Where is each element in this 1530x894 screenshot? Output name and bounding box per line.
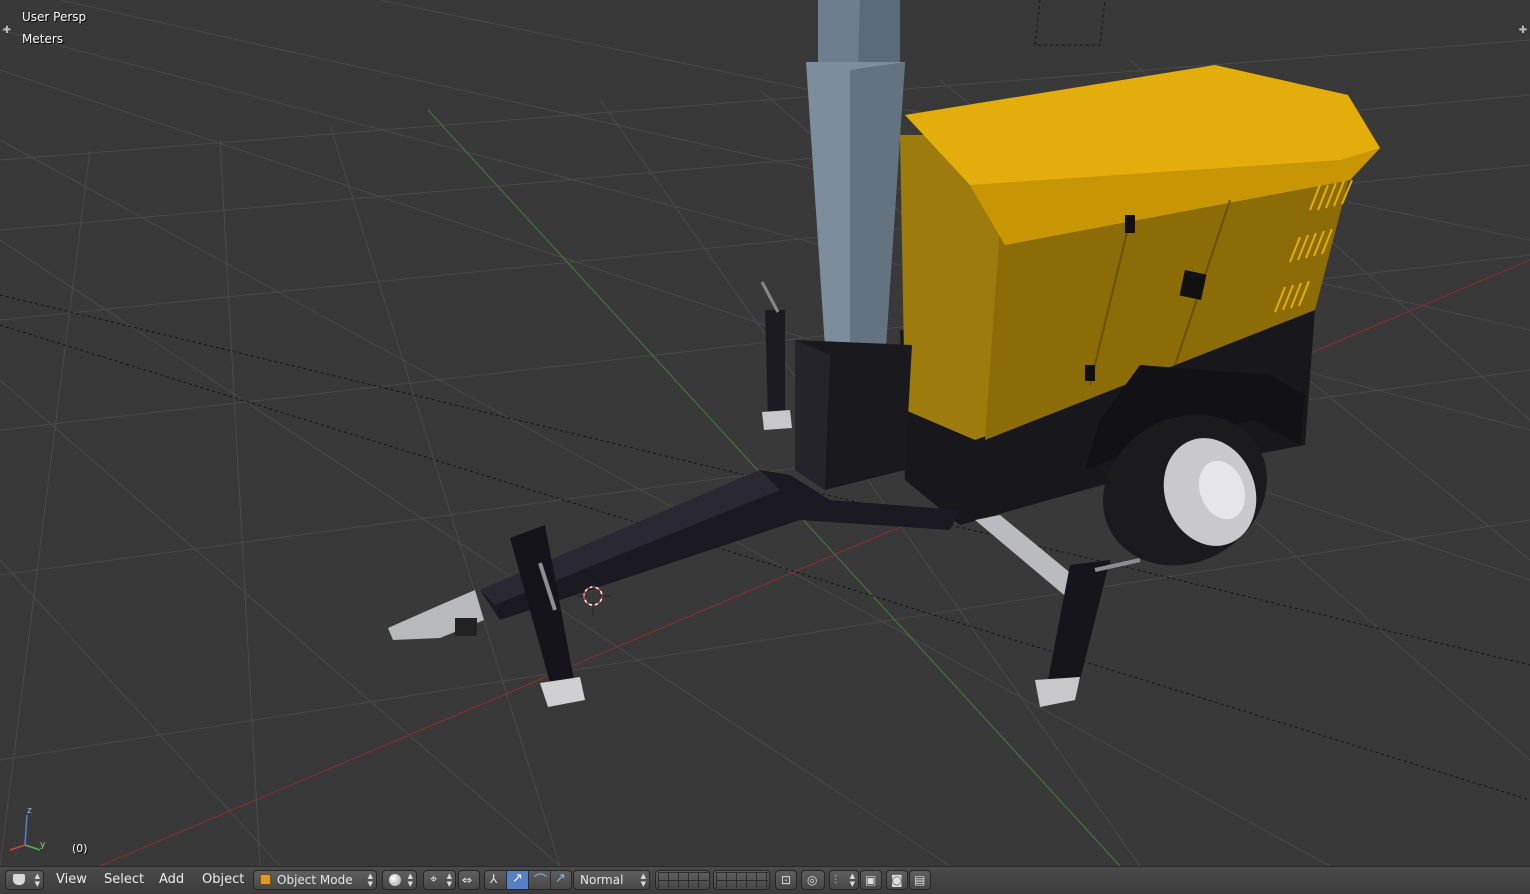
view-name-label: User Persp [22,10,87,24]
editor-type-button[interactable]: ▲ ▼ [5,870,44,890]
mast-base-front [795,340,830,490]
manipulator-rotate-button[interactable]: ⌒ [529,871,551,889]
pivot-icon: ⌖ [430,872,438,887]
object-cube-icon [260,874,271,885]
orientation-arrows-icon: ▲ ▼ [640,872,646,888]
pivot-arrows-icon: ▲ ▼ [446,872,452,888]
lock-icon: ⊡ [781,873,792,887]
manipulator-scale-button[interactable]: ↗ [551,871,571,889]
rear-jack-left [765,310,785,418]
proportional-edit-button[interactable]: ◎ [801,870,825,890]
opengl-render-button[interactable]: ◙ [886,870,908,890]
layers-group-2 [713,870,770,890]
menu-select[interactable]: Select [104,872,144,887]
menu-object[interactable]: Object [202,872,244,887]
opengl-render-animation-button[interactable]: ▤ [909,870,931,890]
hitch-block [455,618,477,636]
layer-grid-2[interactable] [716,872,768,888]
camera-icon: ◙ [891,873,903,887]
axis-z-label: z [27,806,32,816]
left-region-toggle-icon[interactable]: ✚ [2,26,12,36]
right-region-toggle-icon[interactable]: ✚ [1518,26,1528,36]
menu-add[interactable]: Add [159,872,184,887]
axes-icon: ⅄ [490,872,498,886]
manipulator-translate-button[interactable]: ↗ [507,871,529,889]
snap-arrows-icon: ▲ ▼ [849,872,855,888]
front-jack-foot [540,677,585,707]
proportional-edit-icon: ◎ [807,873,818,887]
layer-grid-1[interactable] [658,872,708,888]
mode-select[interactable]: Object Mode ▲ ▼ [253,870,377,890]
door-handle-2 [1085,365,1095,381]
axis-gizmo [9,814,41,851]
snap-target-icon: ▣ [865,873,877,887]
pivot-point-select[interactable]: ⌖ ▲ ▼ [423,870,456,890]
rotate-icon: ⌒ [534,874,548,889]
mast-lower-shade [850,62,905,362]
snap-target-button[interactable]: ▣ [860,870,882,890]
axis-y-label: y [40,840,46,850]
units-label: Meters [22,32,64,46]
3d-viewport[interactable]: User Persp Meters (0) z y ✚ ✚ [0,0,1530,866]
editor-type-arrows-icon: ▲ ▼ [34,872,40,888]
manipulator-icon: ⇔ [462,873,473,887]
layers-group-1 [655,870,710,890]
sphere-icon [389,874,401,886]
translate-arrow-icon: ↗ [512,871,523,886]
mode-label: Object Mode [277,873,353,887]
shading-arrows-icon: ▲ ▼ [407,872,413,888]
transform-orientation-select[interactable]: Normal ▲ ▼ [573,870,650,890]
camera-outline [1034,0,1106,46]
frame-label: (0) [72,842,88,855]
scale-icon: ↗ [555,871,566,886]
scene-canvas[interactable] [0,0,1530,866]
cube-icon [13,874,25,885]
rear-jack-left-crank [760,281,780,313]
snap-toggle-button[interactable]: ⫶ ▲ ▼ [829,870,859,890]
mode-arrows-icon: ▲ ▼ [367,872,373,888]
mast-top-shade [858,0,900,65]
menu-view[interactable]: View [56,872,87,887]
clapperboard-icon: ▤ [914,873,926,887]
orientation-label: Normal [580,873,624,887]
rear-jack-right-foot [1035,677,1080,707]
transform-manipulators: ⅄ ↗ ⌒ ↗ [484,870,572,890]
manipulator-axes-button[interactable]: ⅄ [485,871,507,889]
viewport-header: ▲ ▼ View Select Add Object Object Mode ▲ ▼… [0,866,1530,894]
snap-icon: ⫶ [834,873,838,887]
door-handle-1 [1125,215,1135,233]
lock-layers-button[interactable]: ⊡ [775,870,797,890]
rear-jack-left-foot [762,410,792,430]
viewport-shading-select[interactable]: ▲ ▼ [382,870,417,890]
manipulator-toggle[interactable]: ⇔ [458,870,480,890]
